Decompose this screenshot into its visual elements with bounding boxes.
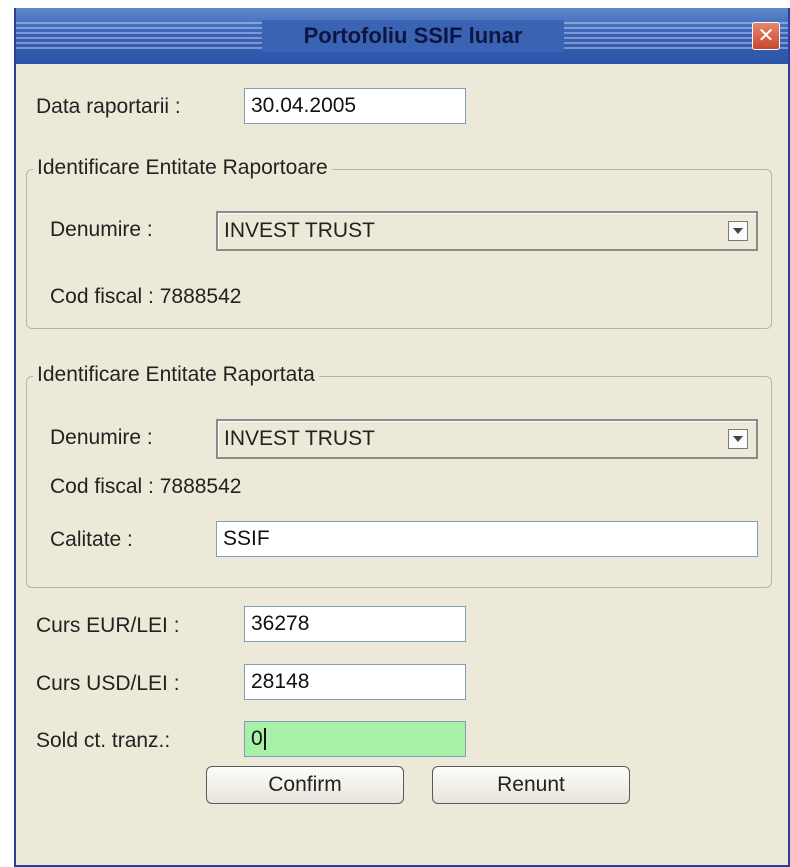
reporting-entity-name-value: INVEST TRUST: [224, 219, 375, 242]
reporting-entity-legend: Identificare Entitate Raportoare: [33, 156, 332, 180]
quality-field[interactable]: SSIF: [216, 521, 758, 557]
balance-value: 0: [251, 727, 263, 750]
report-date-field[interactable]: 30.04.2005: [244, 88, 466, 124]
reporting-entity-name-label: Denumire :: [50, 218, 153, 241]
usd-rate-label: Curs USD/LEI :: [36, 672, 180, 695]
usd-rate-field[interactable]: 28148: [244, 664, 466, 700]
reporting-entity-fiscal-code: Cod fiscal : 7888542: [50, 285, 242, 308]
reported-entity-name-value: INVEST TRUST: [224, 427, 375, 450]
eur-rate-field[interactable]: 36278: [244, 606, 466, 642]
window-title: Portofoliu SSIF lunar: [303, 23, 523, 48]
chevron-down-icon[interactable]: [728, 429, 748, 449]
quality-label: Calitate :: [50, 528, 133, 551]
confirm-button[interactable]: Confirm: [206, 766, 404, 804]
reported-entity-fiscal-code: Cod fiscal : 7888542: [50, 475, 242, 498]
reported-entity-name-dropdown[interactable]: INVEST TRUST: [216, 419, 758, 459]
reporting-entity-name-dropdown[interactable]: INVEST TRUST: [216, 211, 758, 251]
title-bar[interactable]: Portofoliu SSIF lunar ✕: [16, 8, 788, 64]
chevron-down-icon[interactable]: [728, 221, 748, 241]
balance-label: Sold ct. tranz.:: [36, 729, 171, 752]
close-icon[interactable]: ✕: [752, 22, 780, 50]
report-date-label: Data raportarii :: [36, 95, 181, 118]
dialog-window: Portofoliu SSIF lunar ✕ Data raportarii …: [14, 8, 790, 867]
reported-entity-name-label: Denumire :: [50, 426, 153, 449]
text-caret: [263, 728, 266, 751]
cancel-button[interactable]: Renunt: [432, 766, 630, 804]
balance-field[interactable]: 0: [244, 721, 466, 757]
reported-entity-legend: Identificare Entitate Raportata: [33, 363, 319, 387]
eur-rate-label: Curs EUR/LEI :: [36, 614, 180, 637]
